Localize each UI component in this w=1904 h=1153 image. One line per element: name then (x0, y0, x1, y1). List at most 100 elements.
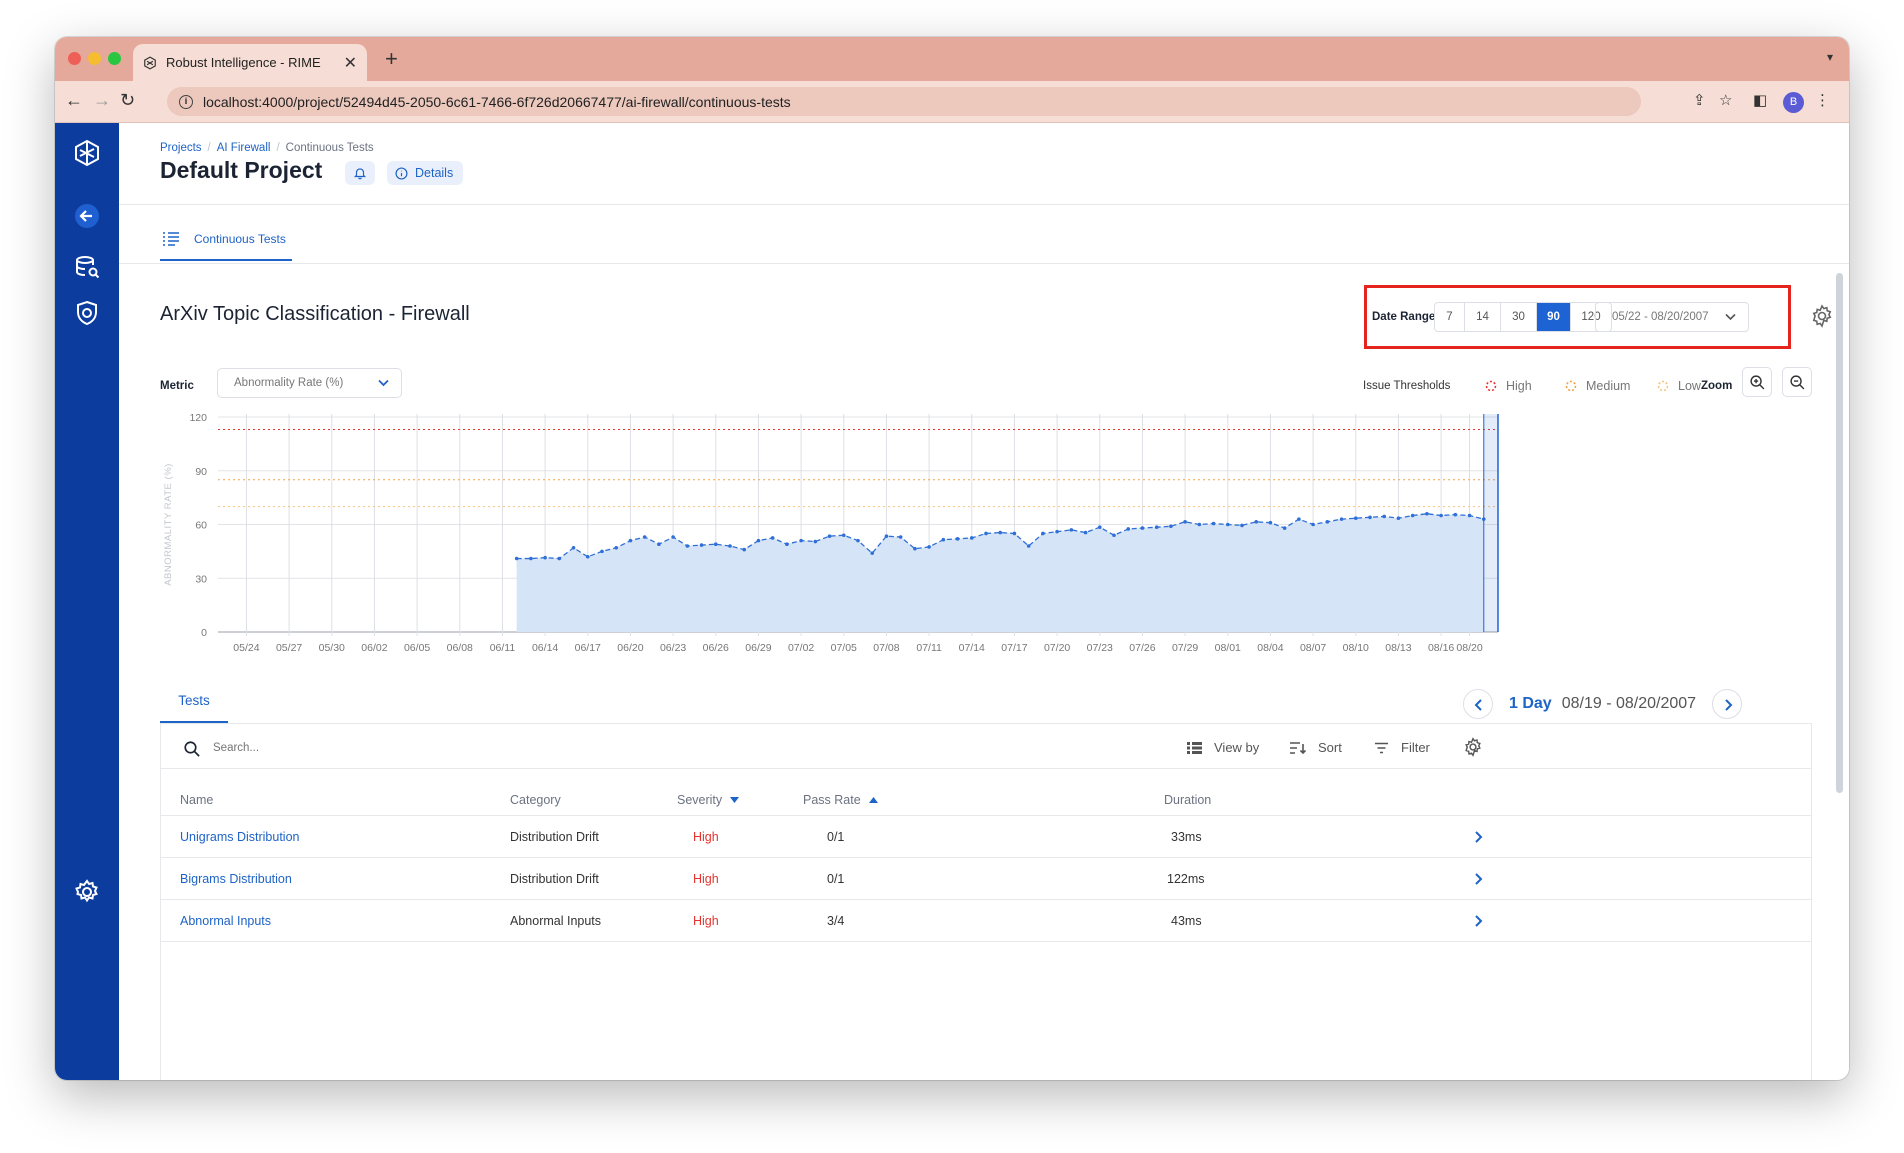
minimize-window-button[interactable] (88, 52, 101, 65)
pager-window: 1 Day (1509, 695, 1552, 712)
column-header-duration[interactable]: Duration (1164, 793, 1211, 807)
data-point (1126, 527, 1131, 531)
data-point (1339, 517, 1344, 521)
y-tick-label: 60 (195, 520, 207, 532)
firewall-title: ArXiv Topic Classification - Firewall (160, 303, 470, 325)
abnormality-rate-chart[interactable]: 0 30 60 90 120 05/24 05/27 05/30 06/02 06/05 06/08… (159, 409, 1539, 679)
search-input[interactable] (213, 735, 513, 761)
date-range-option-7[interactable]: 7 (1435, 303, 1465, 331)
breadcrumb-ai-firewall[interactable]: AI Firewall (217, 142, 271, 154)
details-button[interactable]: Details (387, 161, 464, 185)
data-point (1368, 515, 1372, 520)
test-name-link[interactable]: Unigrams Distribution (180, 830, 299, 844)
sort-button[interactable]: Sort (1289, 740, 1342, 755)
back-arrow-icon[interactable] (73, 202, 101, 230)
bookmark-star-icon[interactable]: ☆ (1719, 91, 1732, 109)
forward-icon[interactable]: → (93, 90, 111, 111)
threshold-high-legend[interactable]: High (1485, 379, 1532, 393)
data-point (1026, 544, 1031, 548)
chevron-right-icon[interactable] (1472, 873, 1484, 885)
site-info-icon[interactable]: i (179, 94, 193, 109)
rime-logo-icon[interactable] (73, 139, 101, 167)
table-row[interactable]: Unigrams Distribution Distribution Drift… (161, 816, 1811, 858)
data-point (1055, 529, 1059, 534)
test-name-link[interactable]: Bigrams Distribution (180, 872, 292, 886)
column-header-name[interactable]: Name (180, 793, 213, 807)
data-point (1396, 516, 1401, 521)
x-tick-label: 07/23 (1087, 642, 1113, 654)
data-point (1425, 511, 1429, 516)
column-header-pass-rate[interactable]: Pass Rate (803, 793, 878, 807)
breadcrumb-projects[interactable]: Projects (160, 142, 202, 154)
notifications-button[interactable] (345, 161, 375, 185)
zoom-in-button[interactable] (1742, 367, 1772, 397)
previous-day-button[interactable] (1463, 689, 1493, 719)
data-point (898, 535, 903, 539)
date-range-option-30[interactable]: 30 (1501, 303, 1537, 331)
data-point (884, 534, 889, 538)
filter-button[interactable]: Filter (1374, 740, 1430, 755)
tab-continuous-tests[interactable]: Continuous Tests (160, 219, 292, 261)
sort-asc-icon (868, 797, 878, 803)
data-point (785, 542, 789, 547)
next-day-button[interactable] (1712, 689, 1743, 719)
data-point (1453, 512, 1458, 517)
tab-title: Robust Intelligence - RIME (166, 55, 321, 70)
chevron-right-icon[interactable] (1472, 915, 1484, 927)
shield-icon[interactable] (73, 299, 101, 327)
test-category: Distribution Drift (510, 872, 599, 886)
page-scrollbar[interactable] (1836, 273, 1843, 793)
table-row[interactable]: Bigrams Distribution Distribution Drift … (161, 858, 1811, 900)
data-point (756, 538, 761, 543)
threshold-low-legend[interactable]: Low (1657, 379, 1701, 393)
threshold-medium-legend[interactable]: Medium (1565, 379, 1630, 393)
header-divider (119, 204, 1849, 205)
test-severity: High (693, 830, 719, 844)
tab-search-icon[interactable]: ▾ (1827, 50, 1833, 64)
view-by-button[interactable]: View by (1187, 740, 1259, 755)
tab-tests[interactable]: Tests (160, 679, 228, 723)
column-header-severity[interactable]: Severity (677, 793, 740, 807)
tests-table: View by Sort Filter Name Category Se (160, 723, 1812, 1080)
database-search-icon[interactable] (73, 253, 101, 281)
metric-select[interactable]: Abnormality Rate (%) (217, 368, 402, 398)
browser-toolbar: ← → ↻ i localhost:4000/project/52494d45-… (55, 81, 1849, 123)
severity-header-label: Severity (677, 793, 723, 807)
new-tab-button[interactable]: + (385, 46, 398, 72)
date-range-options: 7 14 30 90 120 (1434, 302, 1612, 332)
test-duration: 43ms (1171, 914, 1202, 928)
filter-icon (1375, 742, 1388, 753)
side-panel-icon[interactable]: ◧ (1753, 91, 1767, 109)
data-point (1439, 513, 1443, 518)
data-point (955, 537, 960, 541)
address-bar[interactable]: i localhost:4000/project/52494d45-2050-6… (167, 87, 1641, 116)
chevron-right-icon[interactable] (1472, 831, 1484, 843)
browser-tab[interactable]: Robust Intelligence - RIME ✕ (133, 44, 367, 81)
test-duration: 122ms (1167, 872, 1205, 886)
column-header-category[interactable]: Category (510, 793, 561, 807)
test-severity: High (693, 872, 719, 886)
table-row[interactable]: Abnormal Inputs Abnormal Inputs High 3/4… (161, 900, 1811, 942)
data-point (856, 538, 860, 543)
reload-icon[interactable]: ↻ (120, 90, 135, 111)
test-name-link[interactable]: Abnormal Inputs (180, 914, 271, 928)
chart-settings-gear-icon[interactable] (1810, 304, 1834, 328)
tab-close-icon[interactable]: ✕ (344, 53, 357, 73)
data-point (1112, 533, 1116, 538)
date-range-option-14[interactable]: 14 (1465, 303, 1501, 331)
date-range-picker[interactable]: 05/22 - 08/20/2007 (1595, 302, 1749, 332)
table-settings-gear-icon[interactable] (1463, 737, 1483, 757)
zoom-out-icon (1790, 375, 1805, 390)
share-icon[interactable]: ⇪ (1693, 91, 1706, 109)
profile-avatar[interactable]: B (1783, 92, 1804, 113)
close-window-button[interactable] (68, 52, 81, 65)
x-tick-label: 07/20 (1044, 642, 1070, 654)
browser-menu-icon[interactable]: ⋮ (1815, 91, 1830, 109)
date-range-option-90[interactable]: 90 (1537, 303, 1571, 331)
back-icon[interactable]: ← (65, 90, 83, 111)
settings-gear-icon[interactable] (73, 878, 101, 906)
maximize-window-button[interactable] (108, 52, 121, 65)
x-tick-label: 07/29 (1172, 642, 1198, 654)
x-tick-label: 06/08 (447, 642, 473, 654)
zoom-out-button[interactable] (1782, 367, 1812, 397)
